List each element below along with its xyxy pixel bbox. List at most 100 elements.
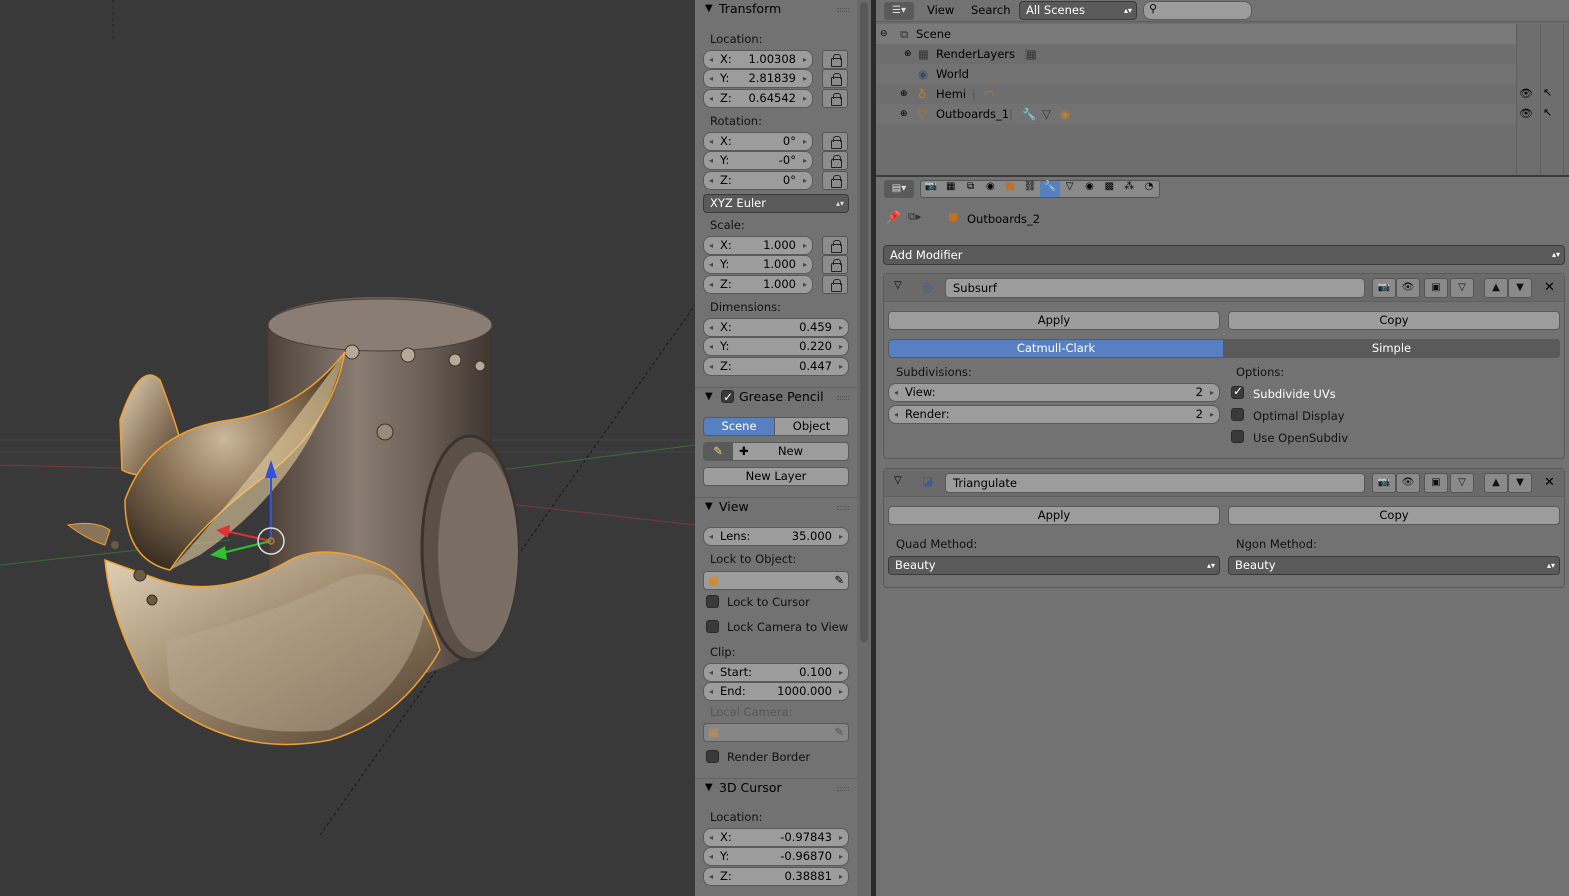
- local-camera-field[interactable]: ■ ✎: [703, 723, 849, 742]
- expand-icon[interactable]: ⊕: [900, 104, 908, 124]
- object-tab-icon[interactable]: ■: [1000, 181, 1020, 197]
- cursor-z-field[interactable]: ◂ Z: 0.38881 ▸: [703, 867, 849, 886]
- expand-icon[interactable]: ⊕: [904, 44, 912, 64]
- viewport-toggle-eye-icon[interactable]: 👁: [1396, 473, 1420, 493]
- lock-rotation-x-icon[interactable]: [822, 132, 848, 151]
- drag-grip-icon[interactable]: [837, 396, 849, 400]
- transform-panel-header[interactable]: ▼ Transform: [695, 0, 857, 20]
- viewport-toggle-eye-icon[interactable]: 👁: [1396, 278, 1420, 298]
- simple-toggle[interactable]: Simple: [1223, 339, 1560, 358]
- lock-scale-z-icon[interactable]: [822, 275, 848, 294]
- add-modifier-dropdown[interactable]: Add Modifier ▴▾: [883, 245, 1565, 265]
- outliner-row-renderlayers[interactable]: ⊕ ▦ RenderLayers | ▦: [876, 44, 1516, 64]
- grease-pencil-panel-header[interactable]: ▼ Grease Pencil: [695, 387, 857, 407]
- cursor-x-field[interactable]: ◂ X: -0.97843 ▸: [703, 828, 849, 847]
- subdivide-uvs-checkbox[interactable]: [1231, 384, 1244, 399]
- viewport-canvas[interactable]: [0, 0, 695, 896]
- eyedropper-icon[interactable]: ✎: [834, 572, 844, 589]
- lock-camera-checkbox[interactable]: [706, 620, 719, 633]
- scene-tab-icon[interactable]: ⧉: [961, 181, 981, 197]
- editor-type-icon[interactable]: ☰▾: [884, 2, 914, 20]
- particles-tab-icon[interactable]: ⁂: [1119, 181, 1139, 197]
- grease-pencil-object-tab[interactable]: Object: [774, 417, 849, 436]
- editor-type-icon[interactable]: ▤▾: [884, 180, 914, 198]
- location-x-field[interactable]: ◂ X: 1.00308 ▸: [703, 50, 813, 69]
- lock-location-x-icon[interactable]: [822, 50, 848, 69]
- pencil-icon[interactable]: ✎: [703, 442, 733, 461]
- eye-icon[interactable]: 👁: [1519, 107, 1533, 120]
- cursor-select-icon[interactable]: ↖: [1543, 86, 1552, 99]
- subsurf-name-field[interactable]: Subsurf: [945, 278, 1365, 298]
- grease-pencil-checkbox[interactable]: [721, 388, 734, 406]
- collapse-triangle-icon[interactable]: ▽: [894, 280, 902, 291]
- lock-location-y-icon[interactable]: [822, 69, 848, 88]
- collapse-icon[interactable]: ⊖: [880, 24, 888, 44]
- 3d-cursor-panel-header[interactable]: ▼ 3D Cursor: [695, 778, 857, 798]
- dimensions-y-field[interactable]: ◂ Y: 0.220 ▸: [703, 337, 849, 356]
- view-menu[interactable]: View: [927, 3, 954, 17]
- drag-grip-icon[interactable]: [837, 506, 849, 510]
- scale-z-field[interactable]: ◂ Z: 1.000 ▸: [703, 275, 813, 294]
- editmode-toggle-icon[interactable]: ▣: [1424, 473, 1448, 493]
- outliner-row-world[interactable]: ◉ World: [876, 64, 1516, 84]
- scale-x-field[interactable]: ◂ X: 1.000 ▸: [703, 236, 813, 255]
- drag-grip-icon[interactable]: [837, 787, 849, 791]
- layers-tab-icon[interactable]: ▦: [941, 181, 961, 197]
- move-up-icon[interactable]: ▲: [1484, 473, 1508, 493]
- move-up-icon[interactable]: ▲: [1484, 278, 1508, 298]
- triangulate-apply-button[interactable]: Apply: [888, 506, 1220, 525]
- lock-scale-x-icon[interactable]: [822, 236, 848, 255]
- lens-field[interactable]: ◂ Lens: 35.000 ▸: [703, 527, 849, 546]
- constraints-tab-icon[interactable]: ⛓: [1020, 181, 1040, 197]
- optimal-display-checkbox[interactable]: [1231, 408, 1244, 421]
- outboard-mesh[interactable]: [66, 297, 520, 746]
- rotation-z-field[interactable]: ◂ Z: 0° ▸: [703, 171, 813, 190]
- cage-toggle-icon[interactable]: ▽: [1450, 473, 1474, 493]
- material-tab-icon[interactable]: ◉: [1080, 181, 1100, 197]
- triangulate-name-field[interactable]: Triangulate: [945, 473, 1365, 493]
- render-tab-icon[interactable]: 📷: [921, 181, 941, 197]
- location-z-field[interactable]: ◂ Z: 0.64542 ▸: [703, 89, 813, 108]
- close-icon[interactable]: ✕: [1544, 475, 1555, 490]
- drag-grip-icon[interactable]: [837, 8, 849, 12]
- outliner-row-scene[interactable]: ⊖ ⧉ Scene: [876, 24, 1516, 44]
- eye-icon[interactable]: 👁: [1519, 87, 1533, 100]
- texture-tab-icon[interactable]: ▩: [1099, 181, 1119, 197]
- quad-method-dropdown[interactable]: Beauty ▴▾: [888, 556, 1220, 575]
- expand-icon[interactable]: ⊕: [900, 84, 908, 104]
- ngon-method-dropdown[interactable]: Beauty ▴▾: [1228, 556, 1560, 575]
- lock-rotation-y-icon[interactable]: [822, 151, 848, 170]
- grease-pencil-new-button[interactable]: ✚ New: [732, 442, 849, 461]
- move-down-icon[interactable]: ▼: [1508, 278, 1532, 298]
- lock-rotation-z-icon[interactable]: [822, 171, 848, 190]
- world-tab-icon[interactable]: ◉: [980, 181, 1000, 197]
- view-panel-header[interactable]: ▼ View: [695, 497, 857, 517]
- render-toggle-icon[interactable]: 📷: [1372, 473, 1396, 493]
- grease-pencil-scene-tab[interactable]: Scene: [703, 417, 775, 436]
- modifiers-tab-wrench-icon[interactable]: 🔧: [1039, 181, 1060, 197]
- physics-tab-icon[interactable]: ◔: [1139, 181, 1159, 197]
- eyedropper-icon[interactable]: ✎: [834, 724, 844, 741]
- lock-scale-y-icon[interactable]: [822, 255, 848, 274]
- pin-icon[interactable]: 📌: [886, 210, 901, 224]
- search-menu[interactable]: Search: [971, 3, 1011, 17]
- lock-object-field[interactable]: ■ ✎: [703, 571, 849, 590]
- clip-end-field[interactable]: ◂ End: 1000.000 ▸: [703, 682, 849, 701]
- outliner-row-outboards1[interactable]: ⊕ ▽ Outboards_1 | 🔧 ▽ ◉: [876, 104, 1516, 124]
- dimensions-z-field[interactable]: ◂ Z: 0.447 ▸: [703, 357, 849, 376]
- lock-to-cursor-checkbox[interactable]: [706, 595, 719, 608]
- location-y-field[interactable]: ◂ Y: 2.81839 ▸: [703, 69, 813, 88]
- scrollbar-thumb[interactable]: [860, 2, 868, 642]
- rotation-y-field[interactable]: ◂ Y: -0° ▸: [703, 151, 813, 170]
- collapse-triangle-icon[interactable]: ▽: [894, 475, 902, 486]
- close-icon[interactable]: ✕: [1544, 280, 1555, 295]
- subdiv-render-field[interactable]: ◂ Render: 2 ▸: [888, 405, 1220, 424]
- use-opensubdiv-checkbox[interactable]: [1231, 430, 1244, 443]
- clip-start-field[interactable]: ◂ Start: 0.100 ▸: [703, 663, 849, 682]
- cage-toggle-icon[interactable]: ▽: [1450, 278, 1474, 298]
- new-layer-button[interactable]: New Layer: [703, 467, 849, 486]
- triangulate-copy-button[interactable]: Copy: [1228, 506, 1560, 525]
- render-toggle-icon[interactable]: 📷: [1372, 278, 1396, 298]
- subsurf-copy-button[interactable]: Copy: [1228, 311, 1560, 330]
- catmull-clark-toggle[interactable]: Catmull-Clark: [888, 339, 1224, 358]
